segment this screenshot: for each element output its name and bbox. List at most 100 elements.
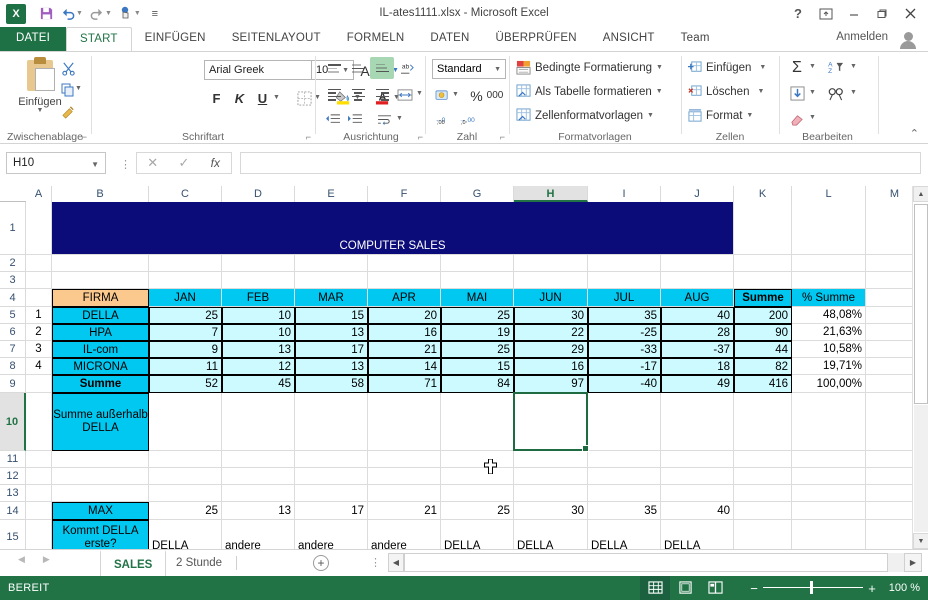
merge-dropdown-icon[interactable]: ▼ xyxy=(416,90,423,97)
currency-dropdown-icon[interactable]: ▼ xyxy=(452,91,459,98)
cell-empty[interactable] xyxy=(26,485,52,502)
cell-empty[interactable] xyxy=(588,485,661,502)
sort-filter-dropdown-icon[interactable]: ▼ xyxy=(850,63,857,70)
header-jun[interactable]: JUN xyxy=(514,289,588,307)
alignment-dialog-launcher[interactable]: ⌐ xyxy=(418,132,423,142)
format-painter-icon[interactable] xyxy=(58,102,78,122)
scroll-up-icon[interactable]: ▲ xyxy=(913,186,928,202)
font-name-input[interactable]: Arial Greek ▼ xyxy=(204,60,326,80)
data-cell[interactable]: 35 xyxy=(588,307,661,324)
next-sheet-icon[interactable]: ▶ xyxy=(43,554,50,565)
sum-cell[interactable]: 71 xyxy=(368,375,441,393)
zoom-slider[interactable] xyxy=(763,576,863,600)
della-first-cell[interactable]: DELLA xyxy=(441,520,514,549)
tab-daten[interactable]: DATEN xyxy=(417,27,482,51)
number-format-dropdown-icon[interactable]: ▼ xyxy=(494,66,501,73)
row-index[interactable]: 1 xyxy=(26,307,52,324)
cell-empty[interactable] xyxy=(514,485,588,502)
pct-cell[interactable]: 48,08% xyxy=(792,307,866,324)
signin-link[interactable]: Anmelden xyxy=(836,31,888,43)
page-break-view-icon[interactable] xyxy=(700,576,730,600)
cell-empty[interactable] xyxy=(26,272,52,289)
row-index[interactable]: 2 xyxy=(26,324,52,341)
collapse-ribbon-icon[interactable]: ⌃ xyxy=(910,127,919,140)
cell-empty[interactable] xyxy=(149,485,222,502)
cell-area[interactable]: COMPUTER SALES FIRMA JAN FEB MAR APR MAI JUN JUL… xyxy=(26,202,912,549)
data-cell[interactable]: 11 xyxy=(149,358,222,375)
pct-cell[interactable]: 21,63% xyxy=(792,324,866,341)
pct-cell[interactable]: 10,58% xyxy=(792,341,866,358)
copy-dropdown-icon[interactable]: ▼ xyxy=(75,85,82,92)
cell-empty[interactable] xyxy=(441,485,514,502)
comma-style-button[interactable]: 000 xyxy=(484,85,506,106)
row-header-4[interactable]: 4 xyxy=(0,289,26,307)
data-cell[interactable]: 25 xyxy=(149,307,222,324)
align-right-icon[interactable] xyxy=(370,84,394,105)
row-header-3[interactable]: 3 xyxy=(0,272,26,289)
column-header-d[interactable]: D xyxy=(222,186,295,202)
data-cell[interactable]: 19 xyxy=(441,324,514,341)
summe-cell[interactable]: 200 xyxy=(734,307,792,324)
max-cell[interactable]: 25 xyxy=(441,502,514,520)
column-header-e[interactable]: E xyxy=(295,186,368,202)
max-cell[interactable]: 21 xyxy=(368,502,441,520)
cell-empty[interactable] xyxy=(661,451,734,468)
ribbon-display-options-icon[interactable] xyxy=(812,3,840,25)
cell-empty[interactable] xyxy=(295,485,368,502)
cell-empty[interactable] xyxy=(52,255,149,272)
cell-empty[interactable] xyxy=(149,468,222,485)
align-left-icon[interactable] xyxy=(322,84,346,105)
cell-empty[interactable] xyxy=(661,393,734,451)
cell-empty[interactable] xyxy=(222,272,295,289)
cell-empty[interactable] xyxy=(734,393,792,451)
header-pct-summe[interactable]: % Summe xyxy=(792,289,866,307)
cell-empty[interactable] xyxy=(295,451,368,468)
tab-ansicht[interactable]: ANSICHT xyxy=(590,27,668,51)
data-cell[interactable]: 14 xyxy=(368,358,441,375)
tab-einfuegen[interactable]: EINFÜGEN xyxy=(132,27,219,51)
vertical-scroll-thumb[interactable] xyxy=(914,204,928,404)
cell-empty[interactable] xyxy=(588,451,661,468)
wrap-text-dropdown-icon[interactable]: ▼ xyxy=(396,115,403,122)
data-cell[interactable]: 28 xyxy=(661,324,734,341)
cell-empty[interactable] xyxy=(792,520,866,549)
cancel-icon[interactable]: ✕ xyxy=(137,153,168,173)
name-box[interactable]: H10 ▼ xyxy=(6,152,106,174)
row-header-8[interactable]: 8 xyxy=(0,358,26,375)
cell-empty[interactable] xyxy=(734,485,792,502)
cell-empty[interactable] xyxy=(441,393,514,451)
cell-empty[interactable] xyxy=(792,468,866,485)
row-header-5[interactable]: 5 xyxy=(0,307,26,324)
cell-empty[interactable] xyxy=(26,520,52,549)
horizontal-scroll-thumb[interactable] xyxy=(404,553,888,572)
column-header-l[interactable]: L xyxy=(792,186,866,202)
cell-empty[interactable] xyxy=(792,393,866,451)
data-cell[interactable]: 16 xyxy=(368,324,441,341)
row-index[interactable]: 3 xyxy=(26,341,52,358)
row-header-6[interactable]: 6 xyxy=(0,324,26,341)
cell-empty[interactable] xyxy=(222,468,295,485)
cell-empty[interactable] xyxy=(792,485,866,502)
cell-empty[interactable] xyxy=(866,341,912,358)
tab-seitenlayout[interactable]: SEITENLAYOUT xyxy=(219,27,334,51)
avatar[interactable] xyxy=(895,29,921,51)
cell-empty[interactable] xyxy=(52,485,149,502)
sheet-tab-2-stunde[interactable]: 2 Stunde xyxy=(163,550,235,576)
cell-empty[interactable] xyxy=(149,451,222,468)
zoom-out-button[interactable]: − xyxy=(745,581,763,596)
cell-empty[interactable] xyxy=(368,468,441,485)
data-cell[interactable]: 12 xyxy=(222,358,295,375)
column-header-b[interactable]: B xyxy=(52,186,149,202)
insert-cells-button[interactable]: Einfügen ▼ xyxy=(688,57,776,78)
cell-empty[interactable] xyxy=(588,468,661,485)
format-as-table-button[interactable]: Als Tabelle formatieren ▼ xyxy=(516,81,676,102)
row-header-10[interactable]: 10 xyxy=(0,393,26,451)
header-feb[interactable]: FEB xyxy=(222,289,295,307)
cell-empty[interactable] xyxy=(661,272,734,289)
cell-empty[interactable] xyxy=(734,202,792,255)
normal-view-icon[interactable] xyxy=(640,576,670,600)
firma-name[interactable]: MICRONA xyxy=(52,358,149,375)
column-header-g[interactable]: G xyxy=(441,186,514,202)
data-cell[interactable]: 7 xyxy=(149,324,222,341)
cell-empty[interactable] xyxy=(26,393,52,451)
